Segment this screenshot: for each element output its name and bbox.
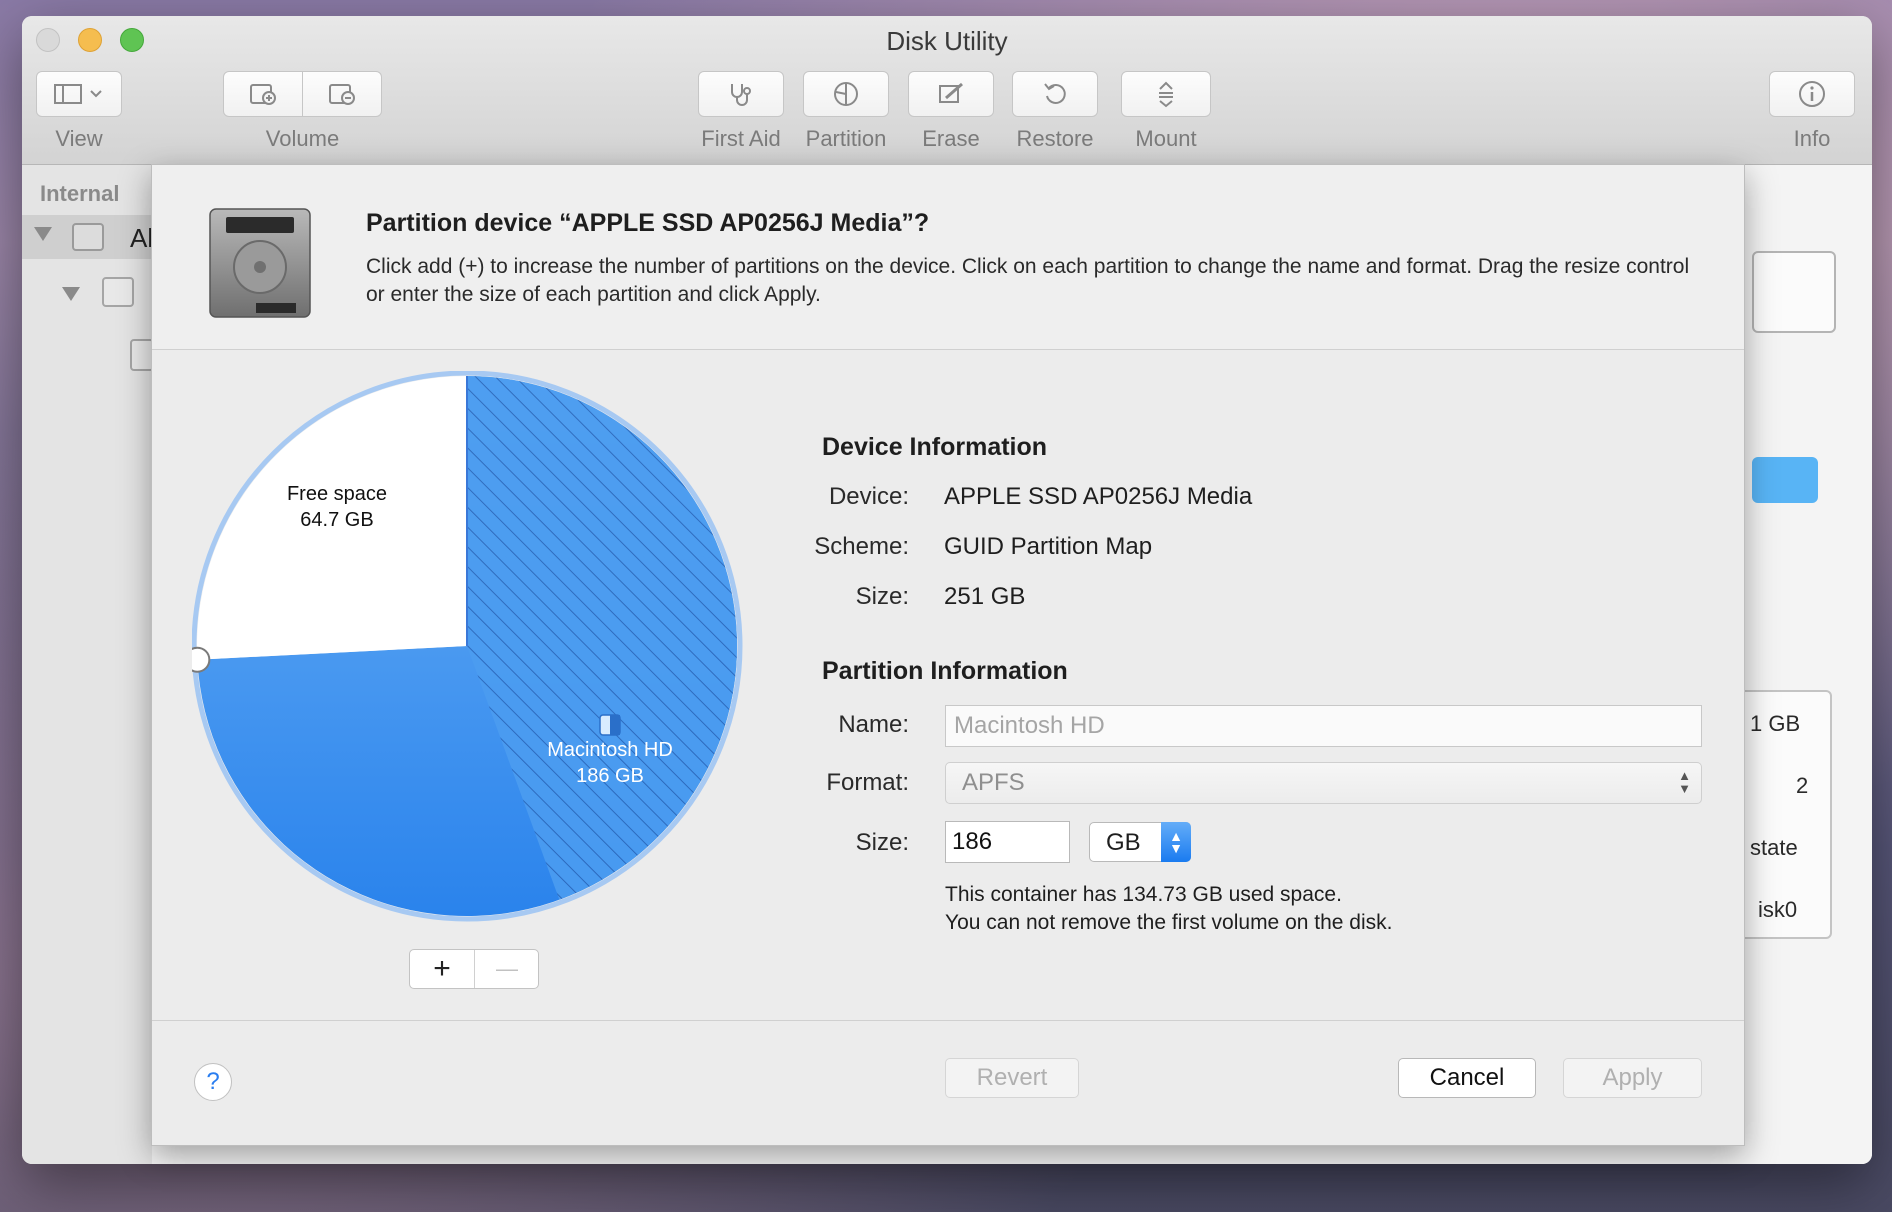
partition-info-heading: Partition Information bbox=[822, 657, 1068, 685]
remove-volume-note: You can not remove the first volume on t… bbox=[945, 911, 1393, 934]
macintosh-hd-label: Macintosh HD bbox=[547, 739, 673, 761]
used-space-note: This container has 134.73 GB used space. bbox=[945, 883, 1342, 906]
background-usage-bar bbox=[1752, 457, 1818, 503]
chevron-updown-icon: ▲ ▼ bbox=[1161, 822, 1191, 862]
macintosh-hd-size: 186 GB bbox=[576, 765, 644, 787]
partition-add-remove-group: + — bbox=[409, 949, 539, 989]
container-disk-icon bbox=[102, 277, 134, 307]
sheet-title: Partition device “APPLE SSD AP0256J Medi… bbox=[366, 209, 930, 237]
chevron-updown-icon: ▲ ▼ bbox=[1678, 768, 1691, 796]
free-space-size: 64.7 GB bbox=[300, 509, 373, 531]
format-popup[interactable]: APFS ▲ ▼ bbox=[945, 762, 1702, 804]
restore-button[interactable] bbox=[1012, 71, 1098, 117]
partition-size-label: Size: bbox=[855, 829, 909, 856]
mount-label: Mount bbox=[1135, 126, 1197, 151]
free-space-label: Free space bbox=[287, 483, 387, 505]
info-label: Info bbox=[1793, 126, 1831, 151]
background-peek-1: 1 GB bbox=[1750, 711, 1801, 736]
disclosure-triangle-icon[interactable] bbox=[62, 287, 80, 301]
first-aid-button[interactable] bbox=[698, 71, 784, 117]
mount-button[interactable] bbox=[1121, 71, 1211, 117]
partition-size-input[interactable]: 186 bbox=[945, 821, 1070, 863]
partition-pie-chart[interactable]: Free space 64.7 GB Macintosh HD 186 GB bbox=[192, 371, 752, 931]
device-label: Device: bbox=[828, 483, 909, 510]
partition-button[interactable] bbox=[803, 71, 889, 117]
finder-volume-icon bbox=[599, 714, 621, 736]
partition-sheet: Partition device “APPLE SSD AP0256J Medi… bbox=[151, 164, 1745, 1146]
sidebar-item-label: Al bbox=[130, 223, 154, 253]
size-unit-value: GB bbox=[1106, 829, 1141, 856]
sidebar-toggle-icon bbox=[54, 84, 102, 104]
device-value: APPLE SSD AP0256J Media bbox=[944, 483, 1253, 510]
view-button[interactable] bbox=[36, 71, 122, 117]
size-label: Size: bbox=[855, 583, 909, 610]
cancel-button[interactable]: Cancel bbox=[1398, 1058, 1536, 1098]
erase-label: Erase bbox=[922, 126, 980, 151]
mount-icon bbox=[1159, 81, 1173, 108]
hard-disk-icon bbox=[72, 223, 104, 251]
footer-divider bbox=[152, 1020, 1744, 1021]
sidebar-item-disk[interactable]: Al bbox=[22, 215, 154, 259]
restore-arrow-icon bbox=[1044, 83, 1066, 104]
restore-label: Restore bbox=[1016, 126, 1094, 151]
erase-pencil-icon bbox=[939, 82, 963, 103]
device-info-heading: Device Information bbox=[822, 433, 1048, 461]
device-size-value: 251 GB bbox=[944, 583, 1026, 610]
volume-label: Volume bbox=[265, 126, 340, 151]
partition-label: Partition bbox=[805, 126, 887, 151]
hard-drive-icon bbox=[209, 208, 311, 318]
revert-button[interactable]: Revert bbox=[945, 1058, 1079, 1098]
background-panel-box bbox=[1752, 251, 1836, 333]
apply-button[interactable]: Apply bbox=[1563, 1058, 1702, 1098]
remove-volume-icon bbox=[329, 84, 355, 105]
info-button[interactable] bbox=[1769, 71, 1855, 117]
view-label: View bbox=[55, 126, 103, 151]
stethoscope-icon bbox=[731, 84, 751, 106]
help-button[interactable]: ? bbox=[194, 1063, 232, 1101]
add-partition-button[interactable]: + bbox=[410, 950, 475, 988]
add-volume-button[interactable] bbox=[223, 71, 303, 117]
size-unit-popup[interactable]: GB ▲ ▼ bbox=[1089, 822, 1191, 862]
info-icon bbox=[1799, 81, 1825, 107]
format-value: APFS bbox=[962, 769, 1025, 796]
background-peek-2: 2 bbox=[1796, 773, 1809, 798]
remove-partition-button[interactable]: — bbox=[475, 950, 539, 988]
sidebar-section-internal: Internal bbox=[40, 181, 120, 206]
scheme-value: GUID Partition Map bbox=[944, 533, 1153, 560]
remove-volume-button[interactable] bbox=[302, 71, 382, 117]
sheet-description: Click add (+) to increase the number of … bbox=[366, 255, 1690, 306]
partition-pie-icon bbox=[834, 82, 858, 106]
format-label: Format: bbox=[826, 769, 909, 796]
disclosure-triangle-icon[interactable] bbox=[34, 227, 52, 241]
window-title: Disk Utility bbox=[886, 26, 1008, 56]
scheme-label: Scheme: bbox=[814, 533, 909, 560]
background-peek-4: isk0 bbox=[1758, 897, 1798, 922]
first-aid-label: First Aid bbox=[701, 126, 781, 151]
sidebar: Internal Al bbox=[22, 165, 154, 1164]
erase-button[interactable] bbox=[908, 71, 994, 117]
sheet-header: Partition device “APPLE SSD AP0256J Medi… bbox=[152, 165, 1744, 350]
partition-name-field[interactable]: Macintosh HD bbox=[945, 705, 1702, 747]
add-volume-icon bbox=[250, 84, 276, 105]
background-peek-3: state bbox=[1750, 835, 1798, 860]
titlebar: Disk Utility View Volume First Aid Parti… bbox=[22, 16, 1872, 165]
resize-handle[interactable] bbox=[192, 646, 211, 673]
name-label: Name: bbox=[838, 711, 909, 738]
